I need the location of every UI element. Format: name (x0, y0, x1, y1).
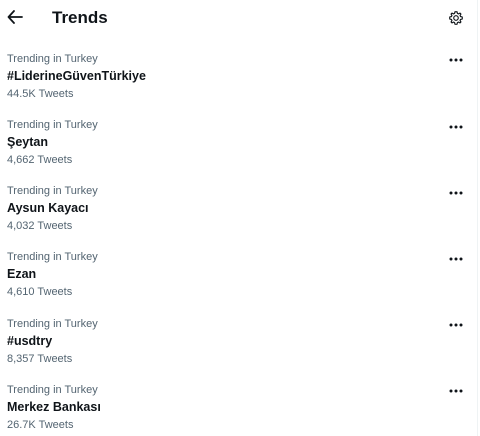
gear-icon (449, 11, 463, 25)
more-horizontal-icon (449, 125, 463, 129)
trend-name: Şeytan (7, 135, 48, 149)
trend-item[interactable]: Trending in Turkey #usdtry 8,357 Tweets (0, 317, 478, 377)
arrow-left-icon (7, 10, 23, 24)
trend-name: Merkez Bankası (7, 400, 101, 414)
more-options-button[interactable] (446, 319, 466, 331)
trend-tweet-count: 4,662 Tweets (7, 154, 73, 166)
trend-item[interactable]: Trending in Turkey #LiderineGüvenTürkiye… (0, 52, 478, 112)
more-horizontal-icon (449, 58, 463, 62)
more-horizontal-icon (449, 323, 463, 327)
trend-item[interactable]: Trending in Turkey Ezan 4,610 Tweets (0, 250, 478, 310)
trend-context: Trending in Turkey (7, 185, 98, 197)
trend-context: Trending in Turkey (7, 119, 98, 131)
trend-name: #usdtry (7, 334, 53, 348)
trend-context: Trending in Turkey (7, 53, 98, 65)
trend-tweet-count: 4,032 Tweets (7, 220, 73, 232)
page-header: Trends (0, 0, 477, 38)
more-horizontal-icon (449, 191, 463, 195)
trend-item[interactable]: Trending in Turkey Merkez Bankası 26.7K … (0, 383, 478, 436)
more-horizontal-icon (449, 257, 463, 261)
more-options-button[interactable] (446, 385, 466, 397)
more-options-button[interactable] (446, 187, 466, 199)
back-button[interactable] (4, 5, 26, 29)
trend-name: Aysun Kayacı (7, 201, 89, 215)
trend-context: Trending in Turkey (7, 318, 98, 330)
trend-item[interactable]: Trending in Turkey Aysun Kayacı 4,032 Tw… (0, 184, 478, 244)
settings-button[interactable] (446, 8, 466, 28)
trend-name: #LiderineGüvenTürkiye (7, 69, 146, 83)
more-options-button[interactable] (446, 54, 466, 66)
trend-tweet-count: 44.5K Tweets (7, 88, 74, 100)
trend-tweet-count: 8,357 Tweets (7, 353, 73, 365)
trend-name: Ezan (7, 267, 37, 281)
trend-context: Trending in Turkey (7, 251, 98, 263)
trends-page: Trends Trending in Turkey #LiderineGüven… (0, 0, 478, 436)
more-options-button[interactable] (446, 121, 466, 133)
trend-tweet-count: 26.7K Tweets (7, 419, 74, 431)
more-horizontal-icon (449, 389, 463, 393)
trend-context: Trending in Turkey (7, 384, 98, 396)
trend-tweet-count: 4,610 Tweets (7, 286, 73, 298)
more-options-button[interactable] (446, 253, 466, 265)
trend-item[interactable]: Trending in Turkey Şeytan 4,662 Tweets (0, 118, 478, 178)
page-title: Trends (52, 8, 108, 27)
